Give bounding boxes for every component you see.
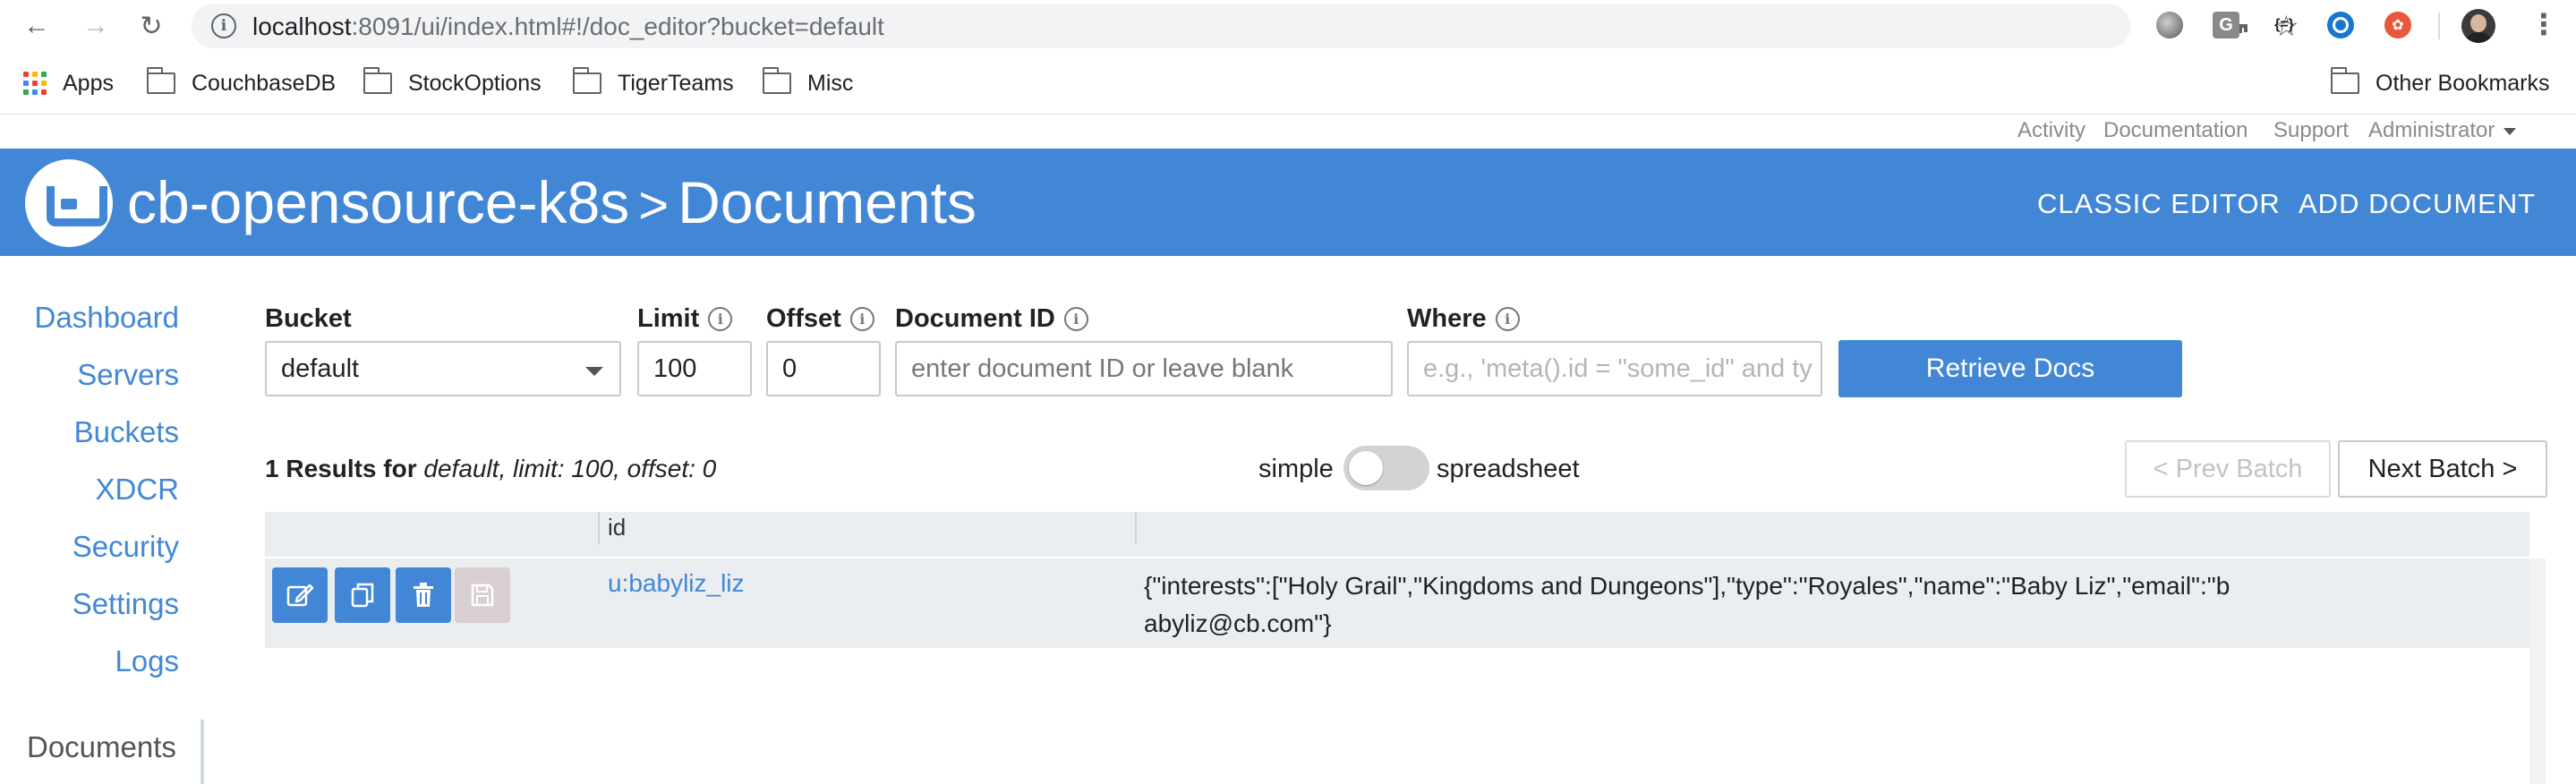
sidebar: Dashboard Servers Buckets XDCR Security … — [0, 256, 206, 784]
limit-label: Limit i — [637, 304, 733, 334]
bucket-label: Bucket — [265, 304, 352, 333]
document-id-link[interactable]: u:babyliz_liz — [608, 569, 745, 598]
reload-icon[interactable]: ↻ — [132, 7, 170, 45]
sidebar-item-settings[interactable]: Settings — [73, 587, 179, 621]
back-arrow-icon[interactable]: ← — [18, 7, 55, 45]
folder-icon — [146, 67, 175, 94]
bookmark-label: Other Bookmarks — [2376, 70, 2550, 96]
bookmark-couchbasedb[interactable]: CouchbaseDB — [146, 67, 337, 98]
dropdown-caret-icon — [585, 367, 603, 376]
table-header: id — [265, 512, 2529, 557]
apps-grid-icon — [23, 72, 47, 95]
administrator-menu[interactable]: Administrator — [2368, 118, 2517, 143]
utility-links: Activity Documentation Support Administr… — [0, 115, 2576, 149]
activity-link[interactable]: Activity — [2017, 118, 2086, 143]
bookmark-tigerteams[interactable]: TigerTeams — [572, 67, 734, 98]
app-header: cb-opensource-k8s > Documents CLASSIC EDIT… — [0, 149, 2576, 256]
g-extension-icon[interactable]: G — [2213, 12, 2239, 38]
bookmark-stockoptions[interactable]: StockOptions — [363, 67, 542, 98]
view-mode-toggle[interactable] — [1343, 446, 1429, 490]
limit-input[interactable]: 100 — [637, 341, 752, 396]
offset-label: Offset i — [766, 304, 874, 334]
other-bookmarks[interactable]: Other Bookmarks — [2330, 67, 2550, 98]
bookmark-label: TigerTeams — [618, 70, 734, 96]
folder-icon — [572, 67, 601, 94]
prev-batch-button[interactable]: < Prev Batch — [2125, 440, 2331, 498]
sidebar-item-buckets[interactable]: Buckets — [74, 415, 179, 449]
caret-down-icon — [2503, 127, 2517, 135]
where-input[interactable]: e.g., 'meta().id = "some_id" and ty — [1407, 341, 1822, 396]
document-id-label: Document ID i — [895, 304, 1088, 334]
info-icon[interactable]: i — [849, 307, 874, 331]
breadcrumb-separator: > — [638, 176, 670, 234]
support-link[interactable]: Support — [2273, 118, 2349, 143]
folder-icon — [2330, 67, 2359, 94]
active-nav-indicator — [200, 720, 204, 784]
cluster-name[interactable]: cb-opensource-k8s — [127, 169, 629, 235]
document-json-preview: {"interests":["Holy Grail","Kingdoms and… — [1144, 572, 2231, 637]
page-title: cb-opensource-k8s > Documents — [127, 168, 977, 236]
couchbase-logo[interactable] — [25, 159, 113, 247]
column-divider — [598, 512, 600, 544]
blue-ring-extension-icon[interactable] — [2327, 12, 2354, 38]
toolbar-divider — [2438, 13, 2440, 39]
documentation-link[interactable]: Documentation — [2103, 118, 2248, 143]
bookmark-label: CouchbaseDB — [192, 70, 337, 96]
forward-arrow-icon[interactable]: → — [77, 7, 115, 45]
table-row: u:babyliz_liz {"interests":["Holy Grail"… — [265, 558, 2529, 648]
bookmarks-bar: Apps CouchbaseDB StockOptions TigerTeams… — [0, 52, 2576, 115]
section-title: Documents — [678, 169, 977, 235]
sidebar-item-xdcr[interactable]: XDCR — [95, 473, 179, 507]
offset-input[interactable]: 0 — [766, 341, 881, 396]
column-header-id: id — [608, 514, 627, 541]
save-icon[interactable] — [455, 567, 510, 623]
delete-icon[interactable] — [396, 567, 451, 623]
next-batch-button[interactable]: Next Batch > — [2338, 440, 2547, 498]
bookmark-label: Misc — [807, 70, 854, 96]
document-id-input[interactable]: enter document ID or leave blank — [895, 341, 1393, 396]
folder-icon — [363, 67, 392, 94]
administrator-label: Administrator — [2368, 118, 2495, 142]
copy-icon[interactable] — [335, 567, 390, 623]
browser-menu-icon[interactable]: ⋮ — [2529, 7, 2558, 41]
bookmark-label: Apps — [63, 70, 114, 96]
sidebar-item-dashboard[interactable]: Dashboard — [35, 301, 179, 335]
where-label: Where i — [1407, 304, 1520, 334]
info-icon[interactable]: i — [1063, 307, 1088, 331]
classic-editor-link[interactable]: CLASSIC EDITOR — [2037, 188, 2281, 220]
bookmark-apps[interactable]: Apps — [23, 68, 114, 98]
profile-avatar[interactable] — [2461, 9, 2495, 43]
url-text[interactable]: localhost:8091/ui/index.html#!/doc_edito… — [252, 13, 884, 41]
vertical-scrollbar[interactable] — [2529, 558, 2546, 784]
sidebar-item-security[interactable]: Security — [73, 530, 179, 564]
edit-icon[interactable] — [272, 567, 328, 623]
sidebar-item-documents[interactable]: Documents — [27, 730, 176, 764]
toggle-simple-label: simple — [1258, 455, 1334, 483]
info-icon[interactable]: i — [1495, 307, 1520, 331]
results-summary: 1 Results for default, limit: 100, offse… — [265, 455, 717, 482]
folder-icon — [762, 67, 791, 94]
grey-circle-extension-icon[interactable] — [2156, 12, 2183, 38]
toggle-spreadsheet-label: spreadsheet — [1437, 455, 1580, 483]
info-icon[interactable]: i — [708, 307, 733, 331]
site-info-icon[interactable]: i — [211, 13, 236, 38]
red-extension-icon[interactable]: ✿ — [2384, 12, 2411, 38]
json-extension-icon[interactable]: {=} — [2268, 12, 2300, 38]
add-document-link[interactable]: ADD DOCUMENT — [2299, 188, 2536, 220]
bookmark-misc[interactable]: Misc — [762, 67, 854, 98]
browser-toolbar: ← → ↻ i localhost:8091/ui/index.html#!/d… — [0, 0, 2576, 52]
bookmark-label: StockOptions — [408, 70, 542, 96]
column-divider — [1135, 512, 1137, 544]
retrieve-docs-button[interactable]: Retrieve Docs — [1838, 340, 2182, 397]
toggle-knob — [1349, 451, 1383, 485]
address-bar[interactable]: i localhost:8091/ui/index.html#!/doc_edi… — [192, 4, 2299, 48]
bucket-value: default — [281, 354, 360, 383]
sidebar-item-servers[interactable]: Servers — [77, 358, 179, 392]
sidebar-item-logs[interactable]: Logs — [115, 644, 179, 678]
bucket-select[interactable]: default — [265, 341, 621, 396]
